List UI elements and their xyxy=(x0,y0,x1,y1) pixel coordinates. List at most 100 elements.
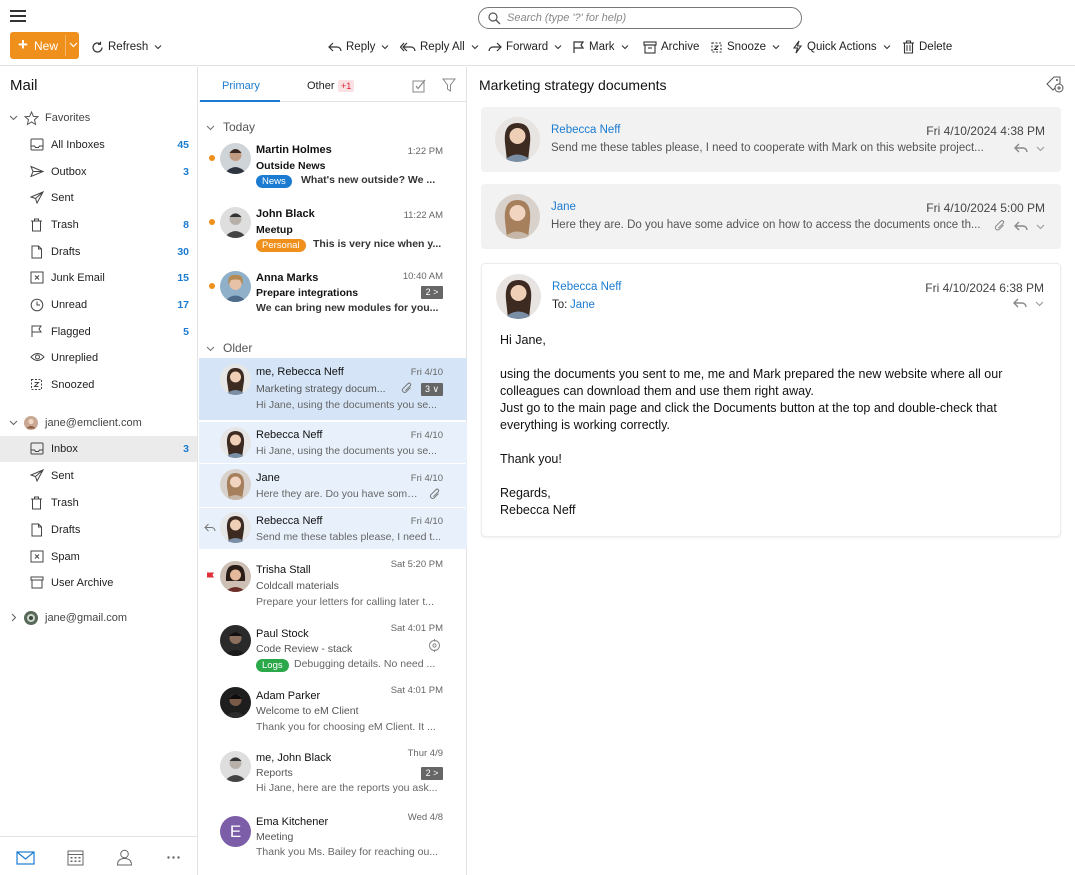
archive-button[interactable]: Archive xyxy=(643,38,699,56)
folder-spam[interactable]: Spam xyxy=(0,544,197,570)
account-group-gmail[interactable]: jane@gmail.com xyxy=(0,606,197,630)
sent-date: Fri 4/10/2024 5:00 PM xyxy=(926,201,1045,215)
list-item-selected[interactable]: me, Rebecca Neff Fri 4/10 Marketing stra… xyxy=(199,358,467,420)
folder-sent[interactable]: Sent xyxy=(0,463,197,489)
forward-button[interactable]: Forward xyxy=(488,38,562,56)
thread-item[interactable]: Rebecca Neff Fri 4/10 Send me these tabl… xyxy=(199,508,467,549)
folder-unreplied[interactable]: Unreplied xyxy=(0,345,197,371)
star-icon xyxy=(24,111,39,126)
tag-add-icon[interactable] xyxy=(1046,76,1064,93)
sender-name[interactable]: Rebecca Neff xyxy=(552,281,621,293)
folder-trash[interactable]: Trash 8 xyxy=(0,212,197,238)
search-input[interactable] xyxy=(507,10,787,26)
avatar xyxy=(220,207,251,238)
avatar-initial: E xyxy=(220,816,251,847)
chevron-down-icon[interactable] xyxy=(206,344,215,353)
flag-icon[interactable] xyxy=(206,572,215,582)
contacts-icon[interactable] xyxy=(116,849,133,866)
list-item[interactable]: Martin Holmes 1:22 PM Outside News News … xyxy=(199,139,467,201)
account-label: jane@emclient.com xyxy=(45,417,142,429)
other-count-badge: +1 xyxy=(338,80,355,92)
junk-icon xyxy=(30,550,44,563)
archive-icon xyxy=(643,40,657,54)
folder-trash[interactable]: Trash xyxy=(0,490,197,516)
select-all-icon[interactable] xyxy=(412,78,427,93)
reply-icon[interactable] xyxy=(1013,297,1027,309)
folder-unread[interactable]: Unread 17 xyxy=(0,292,197,318)
reply-icon[interactable] xyxy=(1014,220,1028,232)
list-item[interactable]: Anna Marks 10:40 AM Prepare integrations… xyxy=(199,267,467,329)
folder-outbox[interactable]: Outbox 3 xyxy=(0,159,197,185)
top-toolbar: + New Refresh Reply Reply All Forward Ma… xyxy=(0,0,1075,66)
list-item[interactable]: E Ema Kitchener Wed 4/8 Meeting Thank yo… xyxy=(199,809,467,871)
to-label: To: xyxy=(552,299,568,311)
folder-drafts[interactable]: Drafts 30 xyxy=(0,239,197,265)
favorites-group[interactable]: Favorites xyxy=(0,106,197,130)
new-button[interactable]: + New xyxy=(10,32,79,59)
folder-all-inboxes[interactable]: All Inboxes 45 xyxy=(0,132,197,158)
reply-icon[interactable] xyxy=(1014,142,1028,154)
chevron-right-icon[interactable] xyxy=(9,613,18,622)
sender-name[interactable]: Jane xyxy=(551,201,576,213)
reply-button[interactable]: Reply xyxy=(328,38,389,56)
tab-primary-label: Primary xyxy=(222,80,260,92)
conversation-message-collapsed[interactable]: Jane Fri 4/10/2024 5:00 PM Here they are… xyxy=(481,184,1061,249)
chevron-down-icon[interactable] xyxy=(1036,144,1045,153)
list-item[interactable]: me, John Black Thur 4/9 Reports 2 > Hi J… xyxy=(199,745,467,807)
thread-count[interactable]: 2 > xyxy=(421,286,443,299)
snooze-button[interactable]: Snooze xyxy=(710,38,780,56)
hamburger-menu-icon[interactable] xyxy=(10,10,26,22)
chevron-down-icon[interactable] xyxy=(9,418,18,427)
list-item[interactable]: John Black 11:22 AM Meetup Personal This… xyxy=(199,203,467,265)
account-label: jane@gmail.com xyxy=(45,612,128,624)
folder-pane: Mail Favorites All Inboxes 45 Outbox 3 S… xyxy=(0,67,198,875)
refresh-button[interactable]: Refresh xyxy=(91,38,162,56)
chevron-down-icon xyxy=(471,45,479,50)
folder-drafts[interactable]: Drafts xyxy=(0,517,197,543)
quick-actions-button[interactable]: Quick Actions xyxy=(792,38,891,56)
time: 10:40 AM xyxy=(402,271,443,282)
thread-item[interactable]: Jane Fri 4/10 Here they are. Do you have… xyxy=(199,464,467,507)
preview: Debugging details. No need ... xyxy=(294,658,436,670)
refresh-icon xyxy=(92,41,103,53)
search-box[interactable] xyxy=(478,7,802,29)
group-header-older[interactable]: Older xyxy=(199,337,467,357)
account-group-emclient[interactable]: jane@emclient.com xyxy=(0,411,197,435)
unread-count: 45 xyxy=(177,139,189,151)
list-item[interactable]: Paul Stock Sat 4:01 PM Code Review - sta… xyxy=(199,619,467,681)
recipient[interactable]: Jane xyxy=(570,299,595,311)
folder-junk-email[interactable]: Junk Email 15 xyxy=(0,265,197,291)
list-tabs: Primary Other +1 xyxy=(199,67,467,102)
mark-button[interactable]: Mark xyxy=(572,38,629,56)
delete-button[interactable]: Delete xyxy=(902,38,952,56)
thread-count[interactable]: 3 ∨ xyxy=(421,383,443,396)
folder-user-archive[interactable]: User Archive xyxy=(0,570,197,596)
folder-flagged[interactable]: Flagged 5 xyxy=(0,319,197,345)
conversation-message-collapsed[interactable]: Rebecca Neff Fri 4/10/2024 4:38 PM Send … xyxy=(481,107,1061,172)
folder-inbox[interactable]: Inbox 3 xyxy=(0,436,197,462)
flag-icon xyxy=(573,40,585,53)
subject: Coldcall materials xyxy=(256,580,339,592)
preview: Thank you for choosing eM Client. It ... xyxy=(256,721,436,733)
reply-all-button[interactable]: Reply All xyxy=(400,38,479,56)
more-icon[interactable] xyxy=(167,856,180,859)
thread-item[interactable]: Rebecca Neff Fri 4/10 Hi Jane, using the… xyxy=(199,422,467,463)
folder-snoozed[interactable]: Snoozed xyxy=(0,372,197,398)
sender-name[interactable]: Rebecca Neff xyxy=(551,124,620,136)
list-item[interactable]: Adam Parker Sat 4:01 PM Welcome to eM Cl… xyxy=(199,681,467,743)
mail-icon[interactable] xyxy=(16,851,35,865)
chevron-down-icon[interactable] xyxy=(1036,222,1045,231)
chevron-down-icon[interactable] xyxy=(9,113,18,122)
chevron-down-icon[interactable] xyxy=(206,123,215,132)
chevron-down-icon xyxy=(621,45,628,50)
thread-count[interactable]: 2 > xyxy=(421,767,443,780)
tab-other[interactable]: Other xyxy=(307,80,335,92)
filter-icon[interactable] xyxy=(442,78,456,92)
list-item[interactable]: Trisha Stall Sat 5:20 PM Coldcall materi… xyxy=(199,555,467,617)
tab-primary[interactable]: Primary xyxy=(200,67,280,102)
folder-sent[interactable]: Sent xyxy=(0,185,197,211)
group-header-today[interactable]: Today xyxy=(199,116,467,136)
chevron-down-icon[interactable] xyxy=(69,40,78,49)
chevron-down-icon[interactable] xyxy=(1035,299,1044,308)
calendar-icon[interactable] xyxy=(67,849,84,866)
